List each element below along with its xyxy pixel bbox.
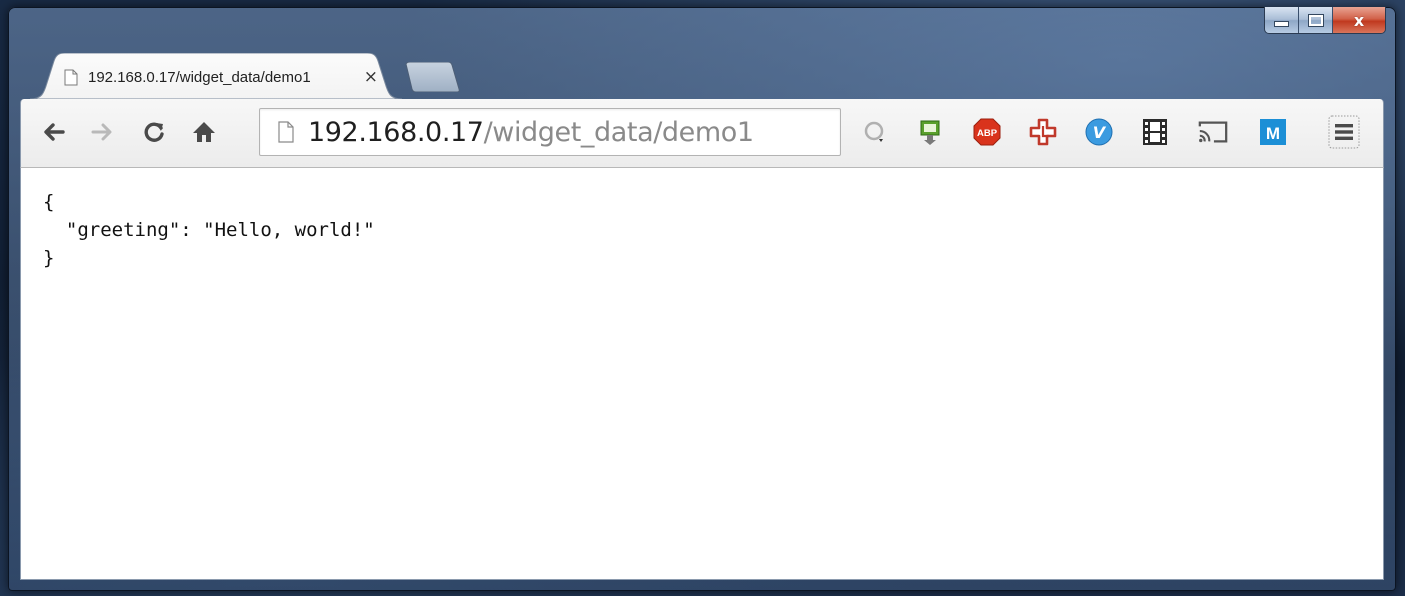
page-icon	[278, 121, 294, 143]
back-arrow-icon	[44, 123, 65, 141]
red-cross-extension-button[interactable]	[1027, 115, 1059, 149]
tab-title: 192.168.0.17/widget_data/demo1	[88, 68, 311, 86]
search-extension-icon	[864, 121, 884, 142]
new-tab-button[interactable]	[404, 62, 460, 92]
adblock-plus-label: ABP	[977, 128, 998, 139]
url-path: /widget_data/demo1	[483, 116, 755, 148]
search-extension-button[interactable]	[859, 115, 891, 149]
page-icon	[64, 69, 78, 85]
json-line: "greeting": "Hello, world!"	[43, 219, 375, 241]
v-extension-label: V	[1093, 123, 1107, 142]
menu-icon	[1328, 115, 1360, 149]
cast-icon	[1198, 121, 1228, 143]
back-button[interactable]	[37, 115, 71, 149]
reload-button[interactable]	[137, 115, 171, 149]
adblock-plus-button[interactable]: ABP	[971, 115, 1003, 149]
tab-content: 192.168.0.17/widget_data/demo1 ×	[64, 66, 378, 88]
tab-active[interactable]: 192.168.0.17/widget_data/demo1 ×	[30, 53, 402, 99]
window-caption-buttons: x	[1264, 7, 1386, 34]
url-host: 192.168.0.17	[308, 116, 484, 148]
green-arrow-extension-button[interactable]	[915, 115, 947, 149]
json-line: }	[43, 247, 55, 269]
m-extension-button[interactable]: M	[1257, 115, 1289, 149]
json-response: { "greeting": "Hello, world!"}	[43, 188, 375, 272]
address-bar[interactable]: 192.168.0.17/widget_data/demo1	[259, 108, 841, 156]
film-extension-button[interactable]	[1139, 115, 1171, 149]
m-extension-icon: M	[1260, 119, 1286, 145]
forward-button[interactable]	[85, 115, 119, 149]
v-extension-icon: V	[1085, 118, 1113, 146]
red-cross-extension-icon	[1029, 118, 1057, 146]
maximize-icon	[1307, 13, 1324, 27]
close-button[interactable]: x	[1332, 7, 1385, 33]
forward-arrow-icon	[91, 123, 112, 141]
green-arrow-extension-icon	[920, 120, 940, 145]
maximize-button[interactable]	[1298, 7, 1332, 33]
page-viewport: { "greeting": "Hello, world!"}	[20, 168, 1384, 580]
home-button[interactable]	[187, 115, 221, 149]
json-line: {	[43, 191, 55, 213]
close-icon: x	[1353, 10, 1365, 30]
tab-close-icon[interactable]: ×	[364, 67, 378, 87]
reload-icon	[144, 122, 164, 142]
v-extension-button[interactable]: V	[1083, 115, 1115, 149]
adblock-plus-icon: ABP	[973, 118, 1001, 146]
home-icon	[193, 122, 215, 142]
minimize-icon	[1274, 21, 1289, 27]
minimize-button[interactable]	[1265, 7, 1298, 33]
cast-button[interactable]	[1197, 115, 1229, 149]
browser-toolbar: 192.168.0.17/widget_data/demo1 ABP V M	[20, 99, 1384, 168]
m-extension-label: M	[1266, 124, 1280, 143]
menu-button[interactable]	[1328, 115, 1360, 149]
film-extension-icon	[1143, 119, 1167, 145]
